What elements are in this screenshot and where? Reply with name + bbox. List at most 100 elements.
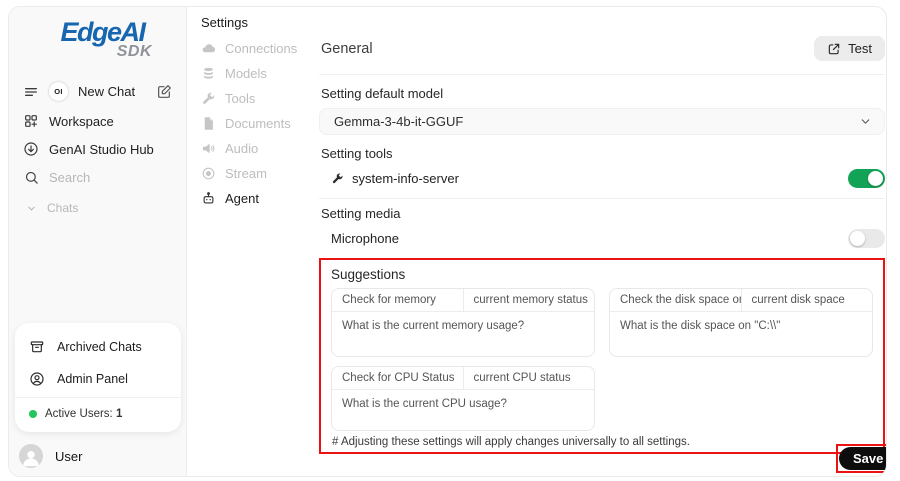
settings-nav-tools[interactable]: Tools (201, 86, 316, 111)
suggestion-content-input[interactable]: What is the current CPU usage? (332, 390, 594, 430)
suggestion-title-input[interactable]: Check for CPU Status (332, 367, 464, 389)
robot-icon (201, 191, 216, 206)
admin-panel-item[interactable]: Admin Panel (15, 363, 181, 395)
sidebar-item-genai-studio-hub[interactable]: GenAI Studio Hub (9, 135, 186, 163)
save-button[interactable]: Save (839, 447, 887, 470)
app-frame: EdgeAI SDK OI New Chat (8, 6, 887, 477)
document-icon (201, 116, 216, 131)
agent-label: Agent (225, 191, 259, 206)
settings-nav-documents[interactable]: Documents (201, 111, 316, 136)
oi-badge: OI (49, 82, 68, 101)
user-name: User (55, 449, 82, 464)
app-window: EdgeAI SDK OI New Chat (0, 0, 900, 481)
active-users-text: Active Users: 1 (45, 408, 122, 420)
sidebar-footer-card: Archived Chats Admin Panel Active Users:… (15, 323, 181, 432)
divider (15, 397, 181, 398)
empty-grid-cell (609, 366, 873, 431)
database-icon (201, 66, 216, 81)
suggestion-subtitle-input[interactable]: current memory status (464, 289, 595, 311)
cloud-icon (201, 41, 216, 56)
tool-toggle[interactable] (848, 169, 885, 188)
divider (319, 198, 885, 199)
suggestions-section: Suggestions Check for memory current mem… (319, 258, 885, 454)
suggestion-card-cpu: Check for CPU Status current CPU status … (331, 366, 595, 431)
suggestion-content-input[interactable]: What is the current memory usage? (332, 312, 594, 356)
divider (319, 74, 885, 75)
suggestion-card-memory: Check for memory current memory status W… (331, 288, 595, 357)
microphone-row: Microphone (319, 229, 885, 248)
toggle-knob (850, 231, 865, 246)
suggestion-card-header: Check the disk space on "C:\\ current di… (610, 289, 872, 312)
settings-nav-connections[interactable]: Connections (201, 36, 316, 61)
online-dot-icon (29, 410, 37, 418)
menu-icon[interactable] (23, 84, 39, 100)
user-avatar (19, 444, 43, 468)
suggestion-card-disk: Check the disk space on "C:\\ current di… (609, 288, 873, 357)
toggle-knob (868, 171, 883, 186)
search-icon (23, 169, 39, 185)
sidebar-section-chats[interactable]: Chats (9, 191, 186, 221)
settings-nav-agent[interactable]: Agent (201, 186, 316, 211)
settings-nav-models[interactable]: Models (201, 61, 316, 86)
settings-nav-audio[interactable]: Audio (201, 136, 316, 161)
connections-label: Connections (225, 41, 297, 56)
suggestion-title-input[interactable]: Check for memory (332, 289, 464, 311)
sidebar-item-new-chat[interactable]: OI New Chat (9, 76, 186, 107)
tool-name-label: system-info-server (352, 171, 459, 186)
microphone-label: Microphone (331, 231, 399, 246)
suggestion-title-input[interactable]: Check the disk space on "C:\\ (610, 289, 742, 311)
documents-label: Documents (225, 116, 291, 131)
archived-chats-label: Archived Chats (57, 340, 142, 354)
default-model-label: Setting default model (319, 86, 885, 101)
default-model-select[interactable]: Gemma-3-4b-it-GGUF (319, 108, 885, 135)
sidebar-nav: OI New Chat Workspace GenAI S (9, 76, 186, 221)
suggestion-card-header: Check for memory current memory status (332, 289, 594, 312)
search-placeholder: Search (49, 170, 90, 185)
archive-icon (29, 339, 45, 355)
suggestions-title: Suggestions (331, 264, 873, 282)
wrench-icon (331, 172, 344, 185)
archived-chats-item[interactable]: Archived Chats (15, 331, 181, 363)
chats-label: Chats (47, 201, 78, 215)
admin-panel-label: Admin Panel (57, 372, 128, 386)
camera-lens-icon (201, 166, 216, 181)
user-menu[interactable]: User (19, 444, 82, 468)
setting-tools-label: Setting tools (319, 146, 885, 161)
suggestions-footnote: # Adjusting these settings will apply ch… (331, 436, 873, 448)
suggestion-content-input[interactable]: What is the disk space on "C:\\" (610, 312, 872, 356)
suggestion-subtitle-input[interactable]: current CPU status (464, 367, 595, 389)
microphone-name: Microphone (331, 231, 399, 246)
settings-nav-stream[interactable]: Stream (201, 161, 316, 186)
audio-label: Audio (225, 141, 258, 156)
suggestion-card-header: Check for CPU Status current CPU status (332, 367, 594, 390)
settings-nav: Settings Connections Models Tools (201, 7, 316, 211)
workspace-icon (23, 113, 39, 129)
save-highlight: Save (836, 444, 887, 473)
sidebar-item-search[interactable]: Search (9, 163, 186, 191)
tool-row: system-info-server (319, 169, 885, 188)
external-link-icon (827, 42, 841, 56)
test-button[interactable]: Test (814, 36, 885, 61)
sidebar-item-workspace[interactable]: Workspace (9, 107, 186, 135)
new-chat-label[interactable]: New Chat (78, 84, 146, 99)
active-users-count: 1 (116, 408, 122, 420)
test-button-label: Test (848, 41, 872, 56)
settings-panel: General Test Setting default model Gemma… (319, 7, 885, 454)
suggestion-subtitle-input[interactable]: current disk space (742, 289, 873, 311)
app-logo: EdgeAI SDK (9, 7, 186, 64)
active-users-status: Active Users: 1 (15, 400, 181, 426)
models-label: Models (225, 66, 267, 81)
sidebar: EdgeAI SDK OI New Chat (9, 7, 187, 476)
edit-icon[interactable] (156, 84, 172, 100)
stream-label: Stream (225, 166, 267, 181)
chevron-down-icon (859, 115, 872, 128)
speaker-icon (201, 141, 216, 156)
chevron-down-icon (25, 202, 37, 214)
tool-name: system-info-server (331, 171, 459, 186)
logo-primary: EdgeAI (37, 19, 168, 46)
genai-studio-hub-label: GenAI Studio Hub (49, 142, 154, 157)
panel-header: General Test (319, 36, 885, 61)
suggestions-grid: Check for memory current memory status W… (331, 288, 873, 431)
microphone-toggle[interactable] (848, 229, 885, 248)
wrench-icon (201, 91, 216, 106)
